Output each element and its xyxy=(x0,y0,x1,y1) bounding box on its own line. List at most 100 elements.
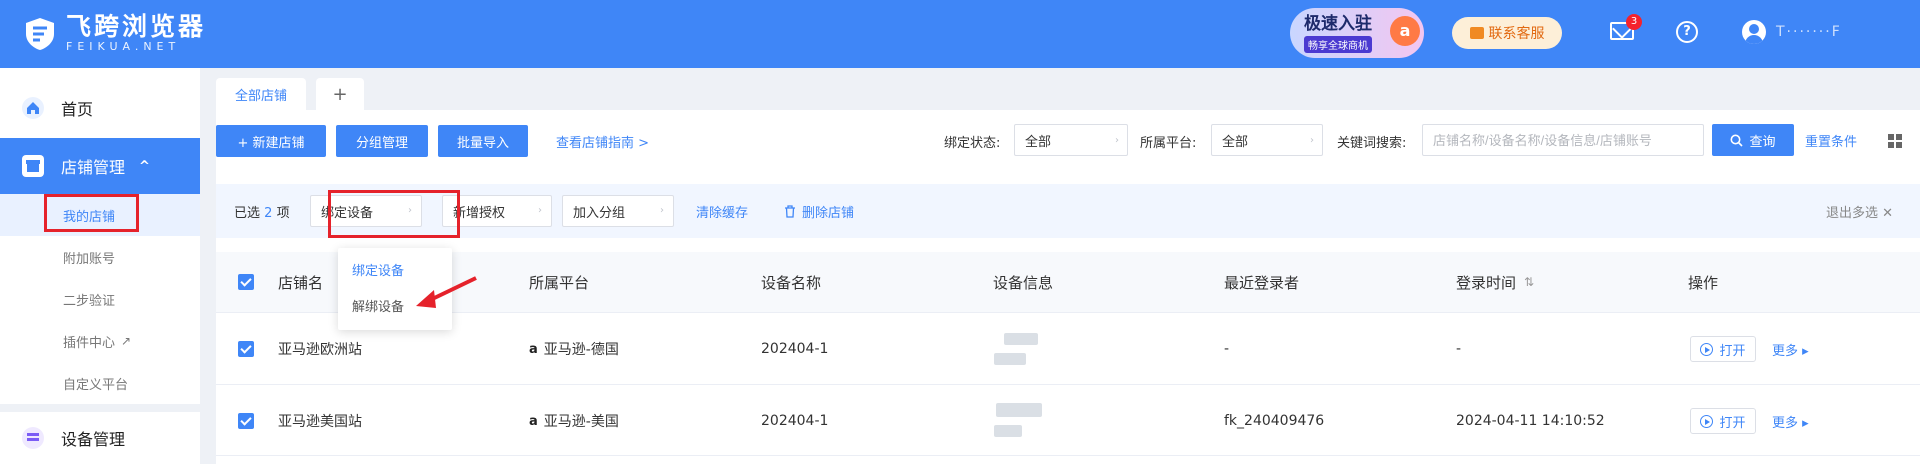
dropdown-item-unbind-device[interactable]: 解绑设备 xyxy=(352,296,404,315)
sidebar-item-label: 二步验证 xyxy=(63,293,116,309)
store-guide-link[interactable]: 查看店铺指南 > xyxy=(556,132,649,151)
close-icon: ✕ xyxy=(1882,206,1894,221)
red-arrow-icon xyxy=(416,276,477,308)
col-login-time[interactable]: 登录时间 ⇅ xyxy=(1456,252,1534,312)
logo-title: 飞跨浏览器 xyxy=(66,12,207,41)
top-bar: 飞跨浏览器 FEIKUA.NET 极速入驻 畅享全球商机 a 联系客服 3 ? … xyxy=(0,0,1920,68)
open-button[interactable]: 打开 xyxy=(1690,336,1756,362)
bind-status-select[interactable]: 全部 › xyxy=(1014,124,1128,156)
highlight-box-my-stores xyxy=(44,194,139,232)
device-info-blurred xyxy=(1004,333,1038,345)
device-name-cell: 202404-1 xyxy=(761,413,829,429)
keyword-search-input[interactable] xyxy=(1422,124,1704,156)
platform-value: 全部 xyxy=(1222,134,1249,150)
batch-import-button[interactable]: 批量导入 xyxy=(438,125,528,157)
selected-count-text: 已选 2 项 xyxy=(234,206,290,221)
nav-device-management[interactable]: 设备管理 xyxy=(0,404,200,464)
dropdown-item-bind-device[interactable]: 绑定设备 xyxy=(352,260,404,279)
promo-subtitle: 畅享全球商机 xyxy=(1304,35,1372,53)
table-row[interactable]: 亚马逊欧洲站 a 亚马逊-德国 202404-1 - - 打开 更多 ▸ xyxy=(216,312,1920,384)
nav-home[interactable]: 首页 xyxy=(0,80,200,136)
bind-status-value: 全部 xyxy=(1025,134,1052,150)
sidebar-item-2fa[interactable]: 二步验证 xyxy=(0,278,200,320)
device-info-blurred xyxy=(994,353,1026,365)
main-content: 全部店铺 + + 新建店铺 分组管理 批量导入 查看店铺指南 > 绑定状态: 全… xyxy=(200,68,1920,464)
query-button[interactable]: 查询 xyxy=(1712,124,1794,156)
device-name-cell: 202404-1 xyxy=(761,341,829,357)
last-user-cell: - xyxy=(1224,341,1230,357)
col-store-name: 店铺名 xyxy=(278,273,324,292)
chevron-right-icon: › xyxy=(538,205,542,216)
keyword-label: 关键词搜索: xyxy=(1337,136,1407,151)
home-icon xyxy=(22,97,44,119)
chat-icon xyxy=(1469,27,1484,39)
sidebar-item-extra-accounts[interactable]: 附加账号 xyxy=(0,236,200,278)
row-checkbox[interactable] xyxy=(238,341,254,357)
help-icon[interactable]: ? xyxy=(1676,21,1698,43)
group-management-button[interactable]: 分组管理 xyxy=(336,125,428,157)
open-button[interactable]: 打开 xyxy=(1690,408,1756,434)
select-all-checkbox[interactable] xyxy=(238,274,254,290)
tab-all-stores[interactable]: 全部店铺 xyxy=(216,78,306,110)
play-icon xyxy=(1700,342,1714,356)
col-last-login-user: 最近登录者 xyxy=(1224,273,1300,292)
sidebar-item-label: 插件中心 xyxy=(63,335,116,351)
nav-home-label: 首页 xyxy=(61,100,94,119)
logo-domain: FEIKUA.NET xyxy=(66,40,181,53)
add-authorization-label: 新增授权 xyxy=(453,205,506,221)
exit-multi-select-link[interactable]: 退出多选 ✕ xyxy=(1826,202,1893,221)
chevron-right-icon: › xyxy=(1115,135,1119,146)
amazon-icon: a xyxy=(529,413,538,429)
reset-filters-link[interactable]: 重置条件 xyxy=(1805,131,1857,150)
shield-logo-icon xyxy=(26,17,54,50)
query-label: 查询 xyxy=(1749,134,1776,150)
device-info-blurred xyxy=(994,425,1022,437)
platform-cell: a 亚马逊-德国 xyxy=(529,341,619,359)
platform-label: 所属平台: xyxy=(1140,136,1197,151)
platform-cell: a 亚马逊-美国 xyxy=(529,413,619,431)
chevron-right-icon: › xyxy=(1310,135,1314,146)
chevron-up-icon: ^ xyxy=(139,158,150,174)
promo-banner[interactable]: 极速入驻 畅享全球商机 a xyxy=(1290,8,1424,58)
add-to-group-select[interactable]: 加入分组 › xyxy=(562,195,674,227)
username[interactable]: T·······F xyxy=(1776,24,1842,40)
clear-cache-link[interactable]: 清除缓存 xyxy=(696,202,748,221)
mail-count-badge: 3 xyxy=(1626,14,1642,30)
delete-store-label: 删除店铺 xyxy=(802,206,855,221)
contact-service-button[interactable]: 联系客服 xyxy=(1452,17,1562,49)
chevron-right-icon: › xyxy=(660,205,664,216)
app-logo[interactable]: 飞跨浏览器 FEIKUA.NET xyxy=(22,14,206,53)
nav-store-management[interactable]: 店铺管理 ^ xyxy=(0,138,200,194)
nav-store-label: 店铺管理 xyxy=(61,158,126,177)
sidebar-item-custom-platform[interactable]: 自定义平台 xyxy=(0,362,200,404)
col-device-info: 设备信息 xyxy=(993,273,1054,292)
highlight-box-bind-device xyxy=(328,190,460,238)
new-store-button[interactable]: + 新建店铺 xyxy=(216,125,326,157)
row-checkbox[interactable] xyxy=(238,413,254,429)
platform-select[interactable]: 全部 › xyxy=(1211,124,1323,156)
amazon-icon: a xyxy=(1390,16,1420,46)
sidebar-item-plugin-center[interactable]: 插件中心 ↗ xyxy=(0,320,200,362)
sort-icon: ⇅ xyxy=(1524,275,1535,289)
play-icon xyxy=(1700,414,1714,428)
user-avatar-icon[interactable] xyxy=(1742,20,1766,44)
more-link[interactable]: 更多 ▸ xyxy=(1772,385,1809,457)
login-time-cell: 2024-04-11 14:10:52 xyxy=(1456,413,1605,429)
col-actions: 操作 xyxy=(1688,273,1719,292)
add-tab-icon[interactable]: + xyxy=(316,78,364,110)
multi-select-bar: 已选 2 项 绑定设备 › 新增授权 › 加入分组 › 清除缓存 删除店铺 退出… xyxy=(216,184,1920,238)
store-name-cell: 亚马逊美国站 xyxy=(278,414,362,430)
more-link[interactable]: 更多 ▸ xyxy=(1772,313,1809,385)
nav-device-label: 设备管理 xyxy=(61,430,126,449)
trash-icon xyxy=(785,205,795,218)
search-icon xyxy=(1730,134,1744,147)
grid-view-icon[interactable] xyxy=(1888,134,1902,148)
delete-store-link[interactable]: 删除店铺 xyxy=(784,202,854,221)
sidebar: 首页 店铺管理 ^ 我的店铺 附加账号 二步验证 插件中心 ↗ 自定义平台 设备… xyxy=(0,68,200,464)
table-row[interactable]: 亚马逊美国站 a 亚马逊-美国 202404-1 fk_240409476 202… xyxy=(216,384,1920,456)
amazon-icon: a xyxy=(529,341,538,357)
device-icon xyxy=(22,427,44,449)
login-time-cell: - xyxy=(1456,341,1462,357)
col-platform: 所属平台 xyxy=(529,273,590,292)
contact-service-label: 联系客服 xyxy=(1488,26,1545,42)
